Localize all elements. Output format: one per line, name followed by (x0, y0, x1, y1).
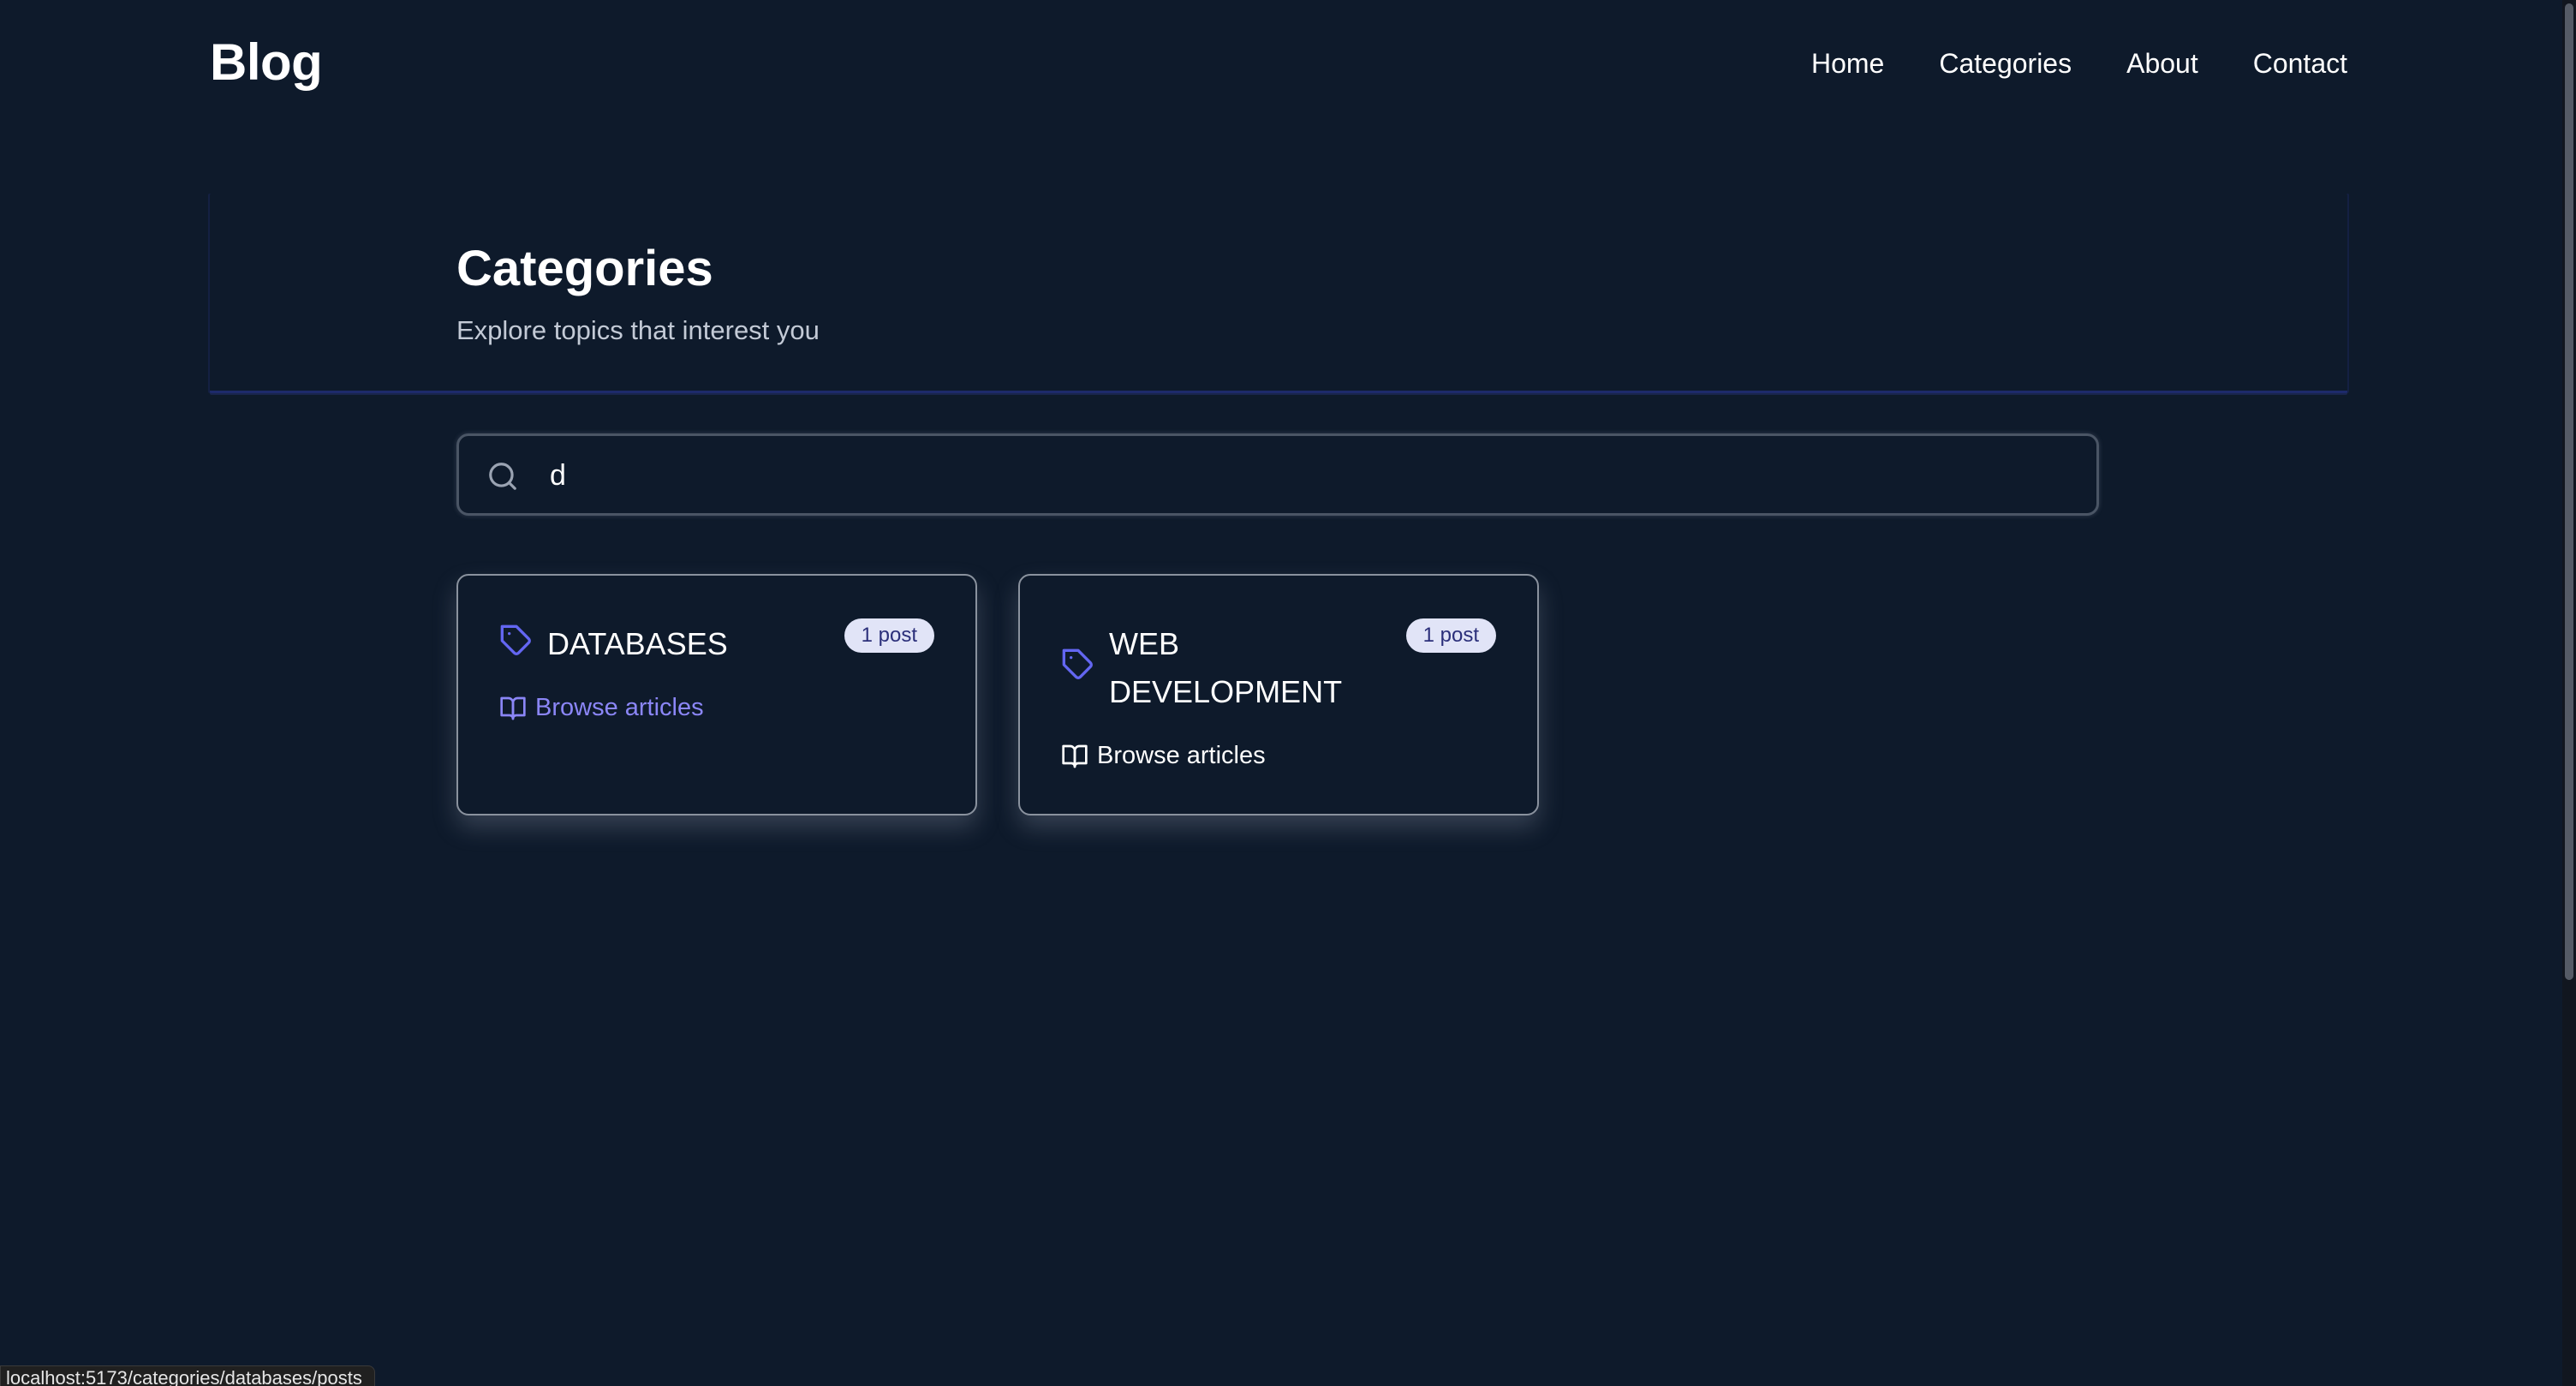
category-card-web-development[interactable]: WEB DEVELOPMENT 1 post Browse articles (1018, 574, 1539, 815)
nav-categories[interactable]: Categories (1939, 48, 2072, 80)
main-nav: Home Categories About Contact (1811, 48, 2347, 80)
page-scrollbar[interactable] (2562, 0, 2576, 1386)
page-title: Categories (456, 241, 713, 296)
nav-about[interactable]: About (2126, 48, 2198, 80)
browse-articles-label: Browse articles (1097, 742, 1266, 769)
post-count-badge: 1 post (844, 618, 934, 653)
page-subtitle: Explore topics that interest you (456, 315, 820, 345)
nav-home[interactable]: Home (1811, 48, 1884, 80)
status-bar-url: localhost:5173/categories/databases/post… (0, 1365, 375, 1386)
browse-articles-link[interactable]: Browse articles (499, 694, 704, 722)
page-hero: Categories Explore topics that interest … (210, 194, 2347, 393)
search-input[interactable] (548, 448, 2076, 503)
site-logo[interactable]: Blog (210, 33, 323, 92)
book-open-icon (1062, 744, 1088, 768)
category-name: WEB DEVELOPMENT (1109, 626, 1343, 709)
category-name: DATABASES (547, 626, 728, 661)
tag-icon (500, 624, 531, 655)
site-header: Blog Home Categories About Contact (0, 0, 2562, 137)
book-open-icon (500, 696, 526, 720)
scrollbar-thumb[interactable] (2565, 3, 2573, 980)
post-count-badge: 1 post (1405, 618, 1496, 653)
search-icon (489, 463, 516, 490)
browse-articles-link[interactable]: Browse articles (1061, 742, 1266, 770)
browse-articles-label: Browse articles (535, 694, 704, 721)
category-search[interactable] (456, 433, 2099, 516)
category-card-databases[interactable]: DATABASES 1 post Browse articles (456, 574, 977, 815)
nav-contact[interactable]: Contact (2253, 48, 2347, 80)
tag-icon (1062, 648, 1093, 679)
